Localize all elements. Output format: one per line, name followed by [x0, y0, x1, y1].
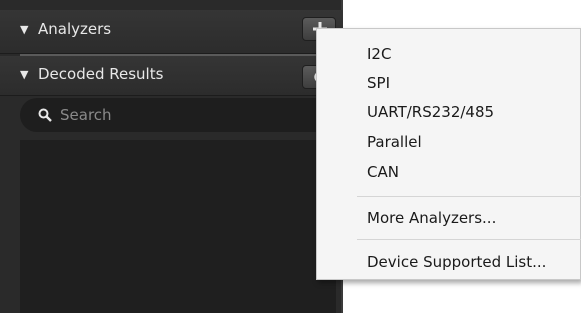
side-panel: ▼ Analyzers ▼ Decoded Results Search: [0, 0, 343, 313]
menu-item-parallel[interactable]: Parallel: [367, 133, 422, 151]
menu-separator: [357, 239, 581, 240]
menu-item-device-supported-list[interactable]: Device Supported List...: [367, 253, 546, 271]
collapse-caret-icon[interactable]: ▼: [20, 23, 32, 36]
decoded-results-label: Decoded Results: [38, 65, 164, 83]
menu-item-more-analyzers[interactable]: More Analyzers...: [367, 209, 496, 227]
analyzers-title[interactable]: ▼ Analyzers: [20, 20, 111, 38]
analyzers-label: Analyzers: [38, 20, 112, 38]
analyzers-header[interactable]: ▼ Analyzers: [0, 10, 343, 54]
search-placeholder: Search: [60, 106, 112, 124]
menu-item-can[interactable]: CAN: [367, 163, 399, 181]
decoded-results-header[interactable]: ▼ Decoded Results: [0, 56, 343, 96]
analyzer-context-menu: I2C SPI UART/RS232/485 Parallel CAN More…: [316, 28, 581, 280]
decoded-results-list: [20, 140, 336, 313]
menu-item-i2c[interactable]: I2C: [367, 45, 391, 63]
collapse-caret-icon[interactable]: ▼: [20, 68, 32, 81]
menu-separator: [357, 196, 581, 197]
search-input[interactable]: Search: [20, 98, 336, 132]
menu-item-spi[interactable]: SPI: [367, 74, 390, 92]
menu-item-uart[interactable]: UART/RS232/485: [367, 103, 494, 121]
app-window: ▼ Analyzers ▼ Decoded Results Search I2C…: [0, 0, 581, 313]
search-icon: [38, 108, 52, 122]
decoded-results-title[interactable]: ▼ Decoded Results: [20, 65, 163, 83]
